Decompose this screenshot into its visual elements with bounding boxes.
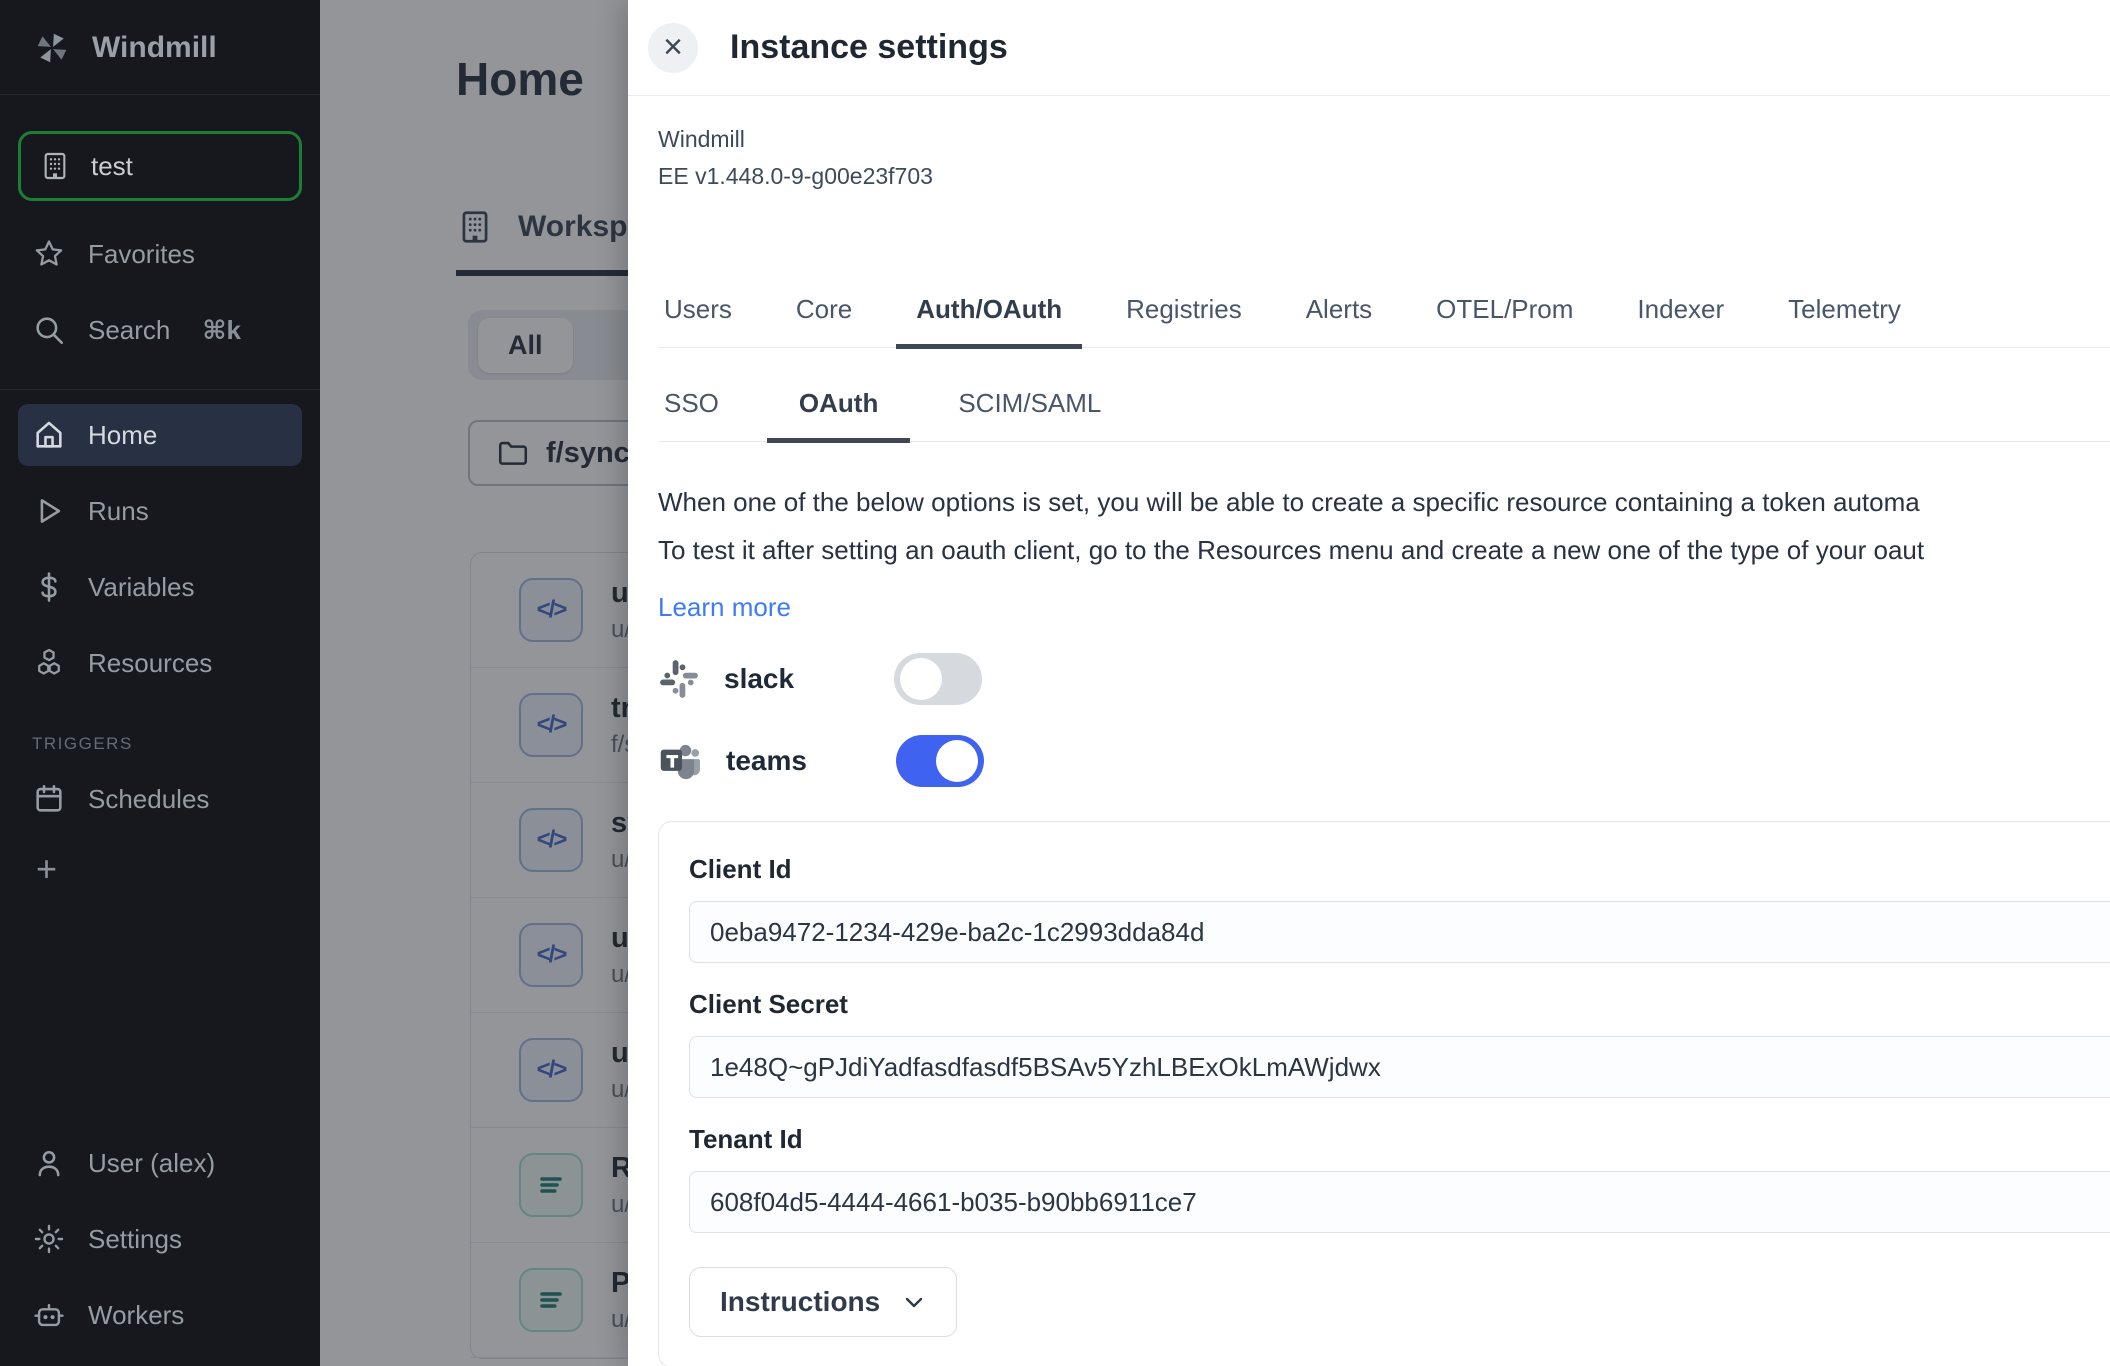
slack-icon xyxy=(658,658,700,700)
tab-alerts[interactable]: Alerts xyxy=(1300,294,1378,347)
tab-otel-prom[interactable]: OTEL/Prom xyxy=(1430,294,1579,347)
cubes-icon xyxy=(32,646,66,680)
tab-indexer[interactable]: Indexer xyxy=(1631,294,1730,347)
tenant-id-label: Tenant Id xyxy=(689,1124,2110,1155)
instructions-label: Instructions xyxy=(720,1286,880,1318)
client-id-input[interactable] xyxy=(689,901,2110,963)
sidebar-item-settings[interactable]: Settings xyxy=(18,1208,302,1270)
search-icon xyxy=(32,313,66,347)
workspace-selector[interactable]: test xyxy=(18,131,302,201)
sidebar-item-label: Resources xyxy=(88,648,212,679)
robot-icon xyxy=(32,1298,66,1332)
client-id-label: Client Id xyxy=(689,854,2110,885)
sidebar-bottom: User (alex) Settings xyxy=(0,1118,320,1346)
sidebar-item-user[interactable]: User (alex) xyxy=(18,1132,302,1194)
subtab-oauth[interactable]: OAuth xyxy=(793,388,884,441)
tab-registries[interactable]: Registries xyxy=(1120,294,1248,347)
triggers-section-label: TRIGGERS xyxy=(32,734,320,754)
sidebar-divider xyxy=(0,389,320,390)
sidebar-item-workers[interactable]: Workers xyxy=(18,1284,302,1346)
sidebar-item-label: Variables xyxy=(88,572,194,603)
settings-tabs: Users Core Auth/OAuth Registries Alerts … xyxy=(658,294,2110,348)
description-line-2: To test it after setting an oauth client… xyxy=(658,526,2110,574)
tab-core[interactable]: Core xyxy=(790,294,858,347)
learn-more-link[interactable]: Learn more xyxy=(658,592,791,623)
sidebar-item-search[interactable]: Search ⌘k xyxy=(18,299,302,361)
search-shortcut: ⌘k xyxy=(202,315,241,346)
user-icon xyxy=(32,1146,66,1180)
sidebar-item-label: Favorites xyxy=(88,239,195,270)
sidebar-item-label: Runs xyxy=(88,496,149,527)
oauth-description: When one of the below options is set, yo… xyxy=(658,478,2110,574)
client-secret-input[interactable] xyxy=(689,1036,2110,1098)
sidebar: Windmill test xyxy=(0,0,320,1366)
sidebar-item-favorites[interactable]: Favorites xyxy=(18,223,302,285)
gear-icon xyxy=(32,1222,66,1256)
provider-name: teams xyxy=(726,745,896,777)
auth-subtabs: SSO OAuth SCIM/SAML xyxy=(658,388,2110,442)
add-trigger-button[interactable]: + xyxy=(36,848,320,890)
sidebar-item-label: User (alex) xyxy=(88,1148,215,1179)
sidebar-item-variables[interactable]: Variables xyxy=(18,556,302,618)
app-name: Windmill xyxy=(658,126,2110,153)
star-icon xyxy=(32,237,66,271)
workspace-name: test xyxy=(91,151,133,182)
toggle-knob xyxy=(936,740,978,782)
description-line-1: When one of the below options is set, yo… xyxy=(658,478,2110,526)
subtab-scim-saml[interactable]: SCIM/SAML xyxy=(952,388,1107,441)
teams-toggle[interactable] xyxy=(896,735,984,787)
teams-oauth-form: Client Id Client Secret Tenant Id Instru… xyxy=(658,821,2110,1366)
drawer-body: Windmill EE v1.448.0-9-g00e23f703 Users … xyxy=(628,96,2110,1366)
sidebar-item-label: Schedules xyxy=(88,784,209,815)
app-version: EE v1.448.0-9-g00e23f703 xyxy=(658,163,2110,190)
modal-overlay[interactable] xyxy=(320,0,628,1366)
sidebar-item-label: Search xyxy=(88,315,170,346)
tenant-id-input[interactable] xyxy=(689,1171,2110,1233)
slack-toggle[interactable] xyxy=(894,653,982,705)
sidebar-item-label: Workers xyxy=(88,1300,184,1331)
toggle-knob xyxy=(900,658,942,700)
tab-telemetry[interactable]: Telemetry xyxy=(1782,294,1907,347)
sidebar-item-runs[interactable]: Runs xyxy=(18,480,302,542)
building-icon xyxy=(39,150,71,182)
drawer-header: × Instance settings xyxy=(628,0,2110,96)
windmill-logo-icon xyxy=(30,26,74,70)
subtab-sso[interactable]: SSO xyxy=(658,388,725,441)
instance-settings-drawer: × Instance settings Windmill EE v1.448.0… xyxy=(628,0,2110,1366)
provider-row-teams: teams xyxy=(658,735,2110,787)
tab-auth-oauth[interactable]: Auth/OAuth xyxy=(910,294,1068,347)
sidebar-item-resources[interactable]: Resources xyxy=(18,632,302,694)
instructions-button[interactable]: Instructions xyxy=(689,1267,957,1337)
close-icon[interactable]: × xyxy=(648,23,698,73)
brand-label: Windmill xyxy=(92,31,217,65)
sidebar-item-label: Home xyxy=(88,420,157,451)
brand: Windmill xyxy=(0,0,320,95)
drawer-title: Instance settings xyxy=(730,28,1008,67)
chevron-down-icon xyxy=(902,1290,926,1314)
calendar-icon xyxy=(32,782,66,816)
provider-row-slack: slack xyxy=(658,653,2110,705)
sidebar-item-label: Settings xyxy=(88,1224,182,1255)
home-icon xyxy=(32,418,66,452)
provider-name: slack xyxy=(724,663,894,695)
dollar-icon xyxy=(32,570,66,604)
teams-icon xyxy=(658,739,702,783)
tab-users[interactable]: Users xyxy=(658,294,738,347)
client-secret-label: Client Secret xyxy=(689,989,2110,1020)
screen: Windmill test xyxy=(0,0,2110,1366)
sidebar-item-home[interactable]: Home xyxy=(18,404,302,466)
play-icon xyxy=(32,494,66,528)
sidebar-item-schedules[interactable]: Schedules xyxy=(18,768,302,830)
